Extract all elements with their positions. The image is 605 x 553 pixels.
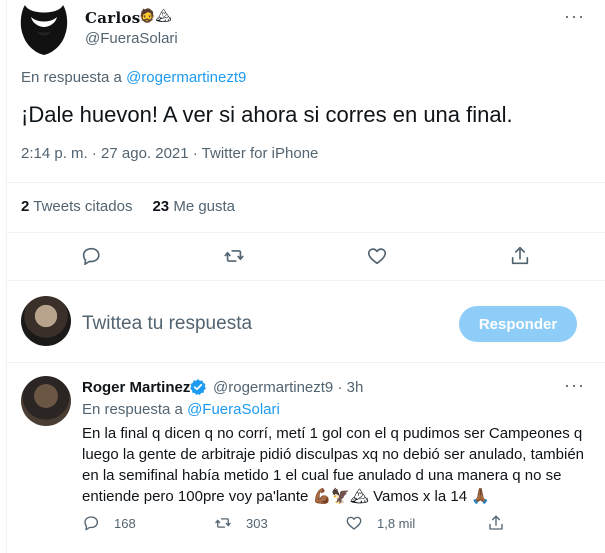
author-name[interactable]: Carlos (85, 9, 141, 27)
reply-compose-input[interactable]: Twittea tu respuesta (82, 313, 252, 335)
reply-icon (84, 516, 99, 531)
reply-author-name[interactable]: Roger Martinez (82, 379, 190, 396)
tweet-detail-page: Carlos 🧔🏔 @FueraSolari ··· En respuesta … (6, 0, 605, 553)
tweet-timestamp[interactable]: 2:14 p. m. · 27 ago. 2021 · Twitter for … (21, 145, 318, 162)
reply-like-action[interactable]: 1,8 mil (345, 514, 415, 532)
likes-stat[interactable]: 23 Me gusta (152, 198, 235, 215)
reply-more-options-icon[interactable]: ··· (564, 375, 585, 396)
like-icon (346, 516, 362, 530)
reply-share-action[interactable] (487, 514, 519, 532)
retweet-count: 303 (246, 515, 268, 531)
reply-context: En respuesta a @rogermartinezt9 (21, 69, 246, 86)
verified-badge-icon (189, 378, 207, 396)
tweet-text: ¡Dale huevon! A ver si ahora si corres e… (21, 102, 513, 127)
reply-author-handle[interactable]: @rogermartinezt9 · 3h (213, 379, 363, 396)
likes-count: 23 (152, 198, 170, 215)
retweet-icon (215, 518, 231, 528)
like-icon[interactable] (366, 245, 388, 267)
reply-reply-action[interactable]: 168 (82, 514, 136, 532)
reply-to-link[interactable]: @FueraSolari (187, 401, 280, 418)
reply-count: 168 (114, 515, 136, 531)
author-handle[interactable]: @FueraSolari (85, 30, 178, 47)
reply-to-link[interactable]: @rogermartinezt9 (126, 69, 246, 86)
more-options-icon[interactable]: ··· (564, 6, 585, 27)
like-count: 1,8 mil (377, 515, 416, 531)
reply-prefix: En respuesta a (82, 401, 183, 418)
quotes-count: 2 (21, 198, 30, 215)
reply-context: En respuesta a @FueraSolari (82, 401, 280, 418)
quotes-label: Tweets citados (33, 198, 133, 215)
divider (7, 232, 605, 233)
divider (7, 362, 605, 363)
reply-author-avatar[interactable] (21, 376, 71, 426)
beard-avatar[interactable] (17, 3, 71, 55)
likes-label: Me gusta (173, 198, 236, 215)
quotes-stat[interactable]: 2 Tweets citados (21, 198, 132, 215)
tweet-stats: 2 Tweets citados 23 Me gusta (21, 198, 235, 215)
reply-button[interactable]: Responder (459, 306, 577, 342)
reply-retweet-action[interactable]: 303 (214, 514, 268, 532)
reply-icon[interactable] (80, 245, 102, 267)
user-avatar[interactable] (21, 296, 71, 346)
divider (7, 280, 605, 281)
reply-text: En la final q dicen q no corrí, metí 1 g… (82, 425, 585, 505)
share-icon[interactable] (509, 245, 531, 267)
name-emoji: 🧔🏔 (139, 8, 172, 23)
divider (7, 182, 605, 183)
reply-prefix: En respuesta a (21, 69, 122, 86)
retweet-icon[interactable] (223, 245, 245, 267)
share-icon (489, 515, 503, 530)
